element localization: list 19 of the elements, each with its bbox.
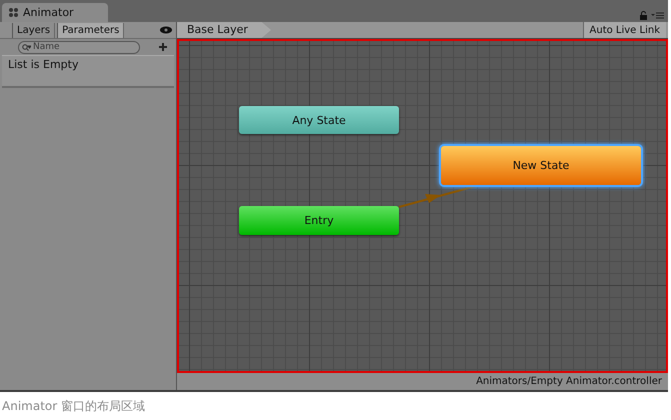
breadcrumb[interactable]: Base Layer [177, 22, 271, 38]
eye-icon[interactable] [160, 26, 172, 34]
menu-icon[interactable] [651, 12, 664, 19]
search-icon [22, 44, 31, 50]
panel-tab[interactable]: Parameters [57, 22, 124, 38]
empty-list-text: List is Empty [8, 58, 78, 71]
search-field[interactable]: Name [18, 40, 140, 54]
panel-tab[interactable]: Layers [12, 22, 56, 38]
controller-path: Animators/Empty Animator.controller [476, 376, 662, 387]
window-title: Animator [23, 6, 74, 19]
state-node[interactable]: Entry [239, 206, 399, 235]
add-icon[interactable] [159, 42, 168, 52]
state-node[interactable]: Any State [239, 106, 399, 134]
auto-live-link-button[interactable]: Auto Live Link [582, 22, 666, 38]
animator-icon [8, 7, 19, 18]
lock-icon[interactable] [640, 11, 647, 20]
state-node[interactable]: New State [441, 146, 641, 185]
window-tab[interactable]: Animator [2, 3, 108, 22]
caption: Animator 窗口的布局区域 [2, 398, 145, 414]
